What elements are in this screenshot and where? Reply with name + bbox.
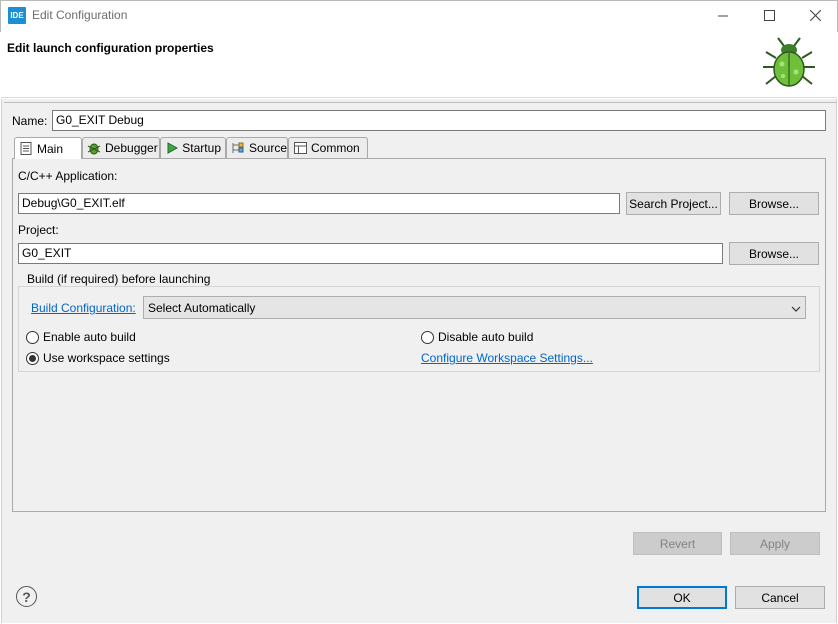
project-label: Project: (18, 223, 59, 237)
tab-debugger-label: Debugger (105, 141, 158, 155)
build-configuration-select[interactable]: Select Automatically (143, 296, 806, 319)
build-configuration-value: Select Automatically (148, 300, 256, 315)
project-input[interactable]: G0_EXIT (18, 243, 723, 264)
chevron-down-icon (791, 301, 801, 315)
tab-debugger[interactable]: Debugger (82, 137, 160, 158)
application-input[interactable]: Debug\G0_EXIT.elf (18, 193, 620, 214)
project-browse-button[interactable]: Browse... (729, 242, 819, 265)
apply-button[interactable]: Apply (730, 532, 820, 555)
build-group-title: Build (if required) before launching (24, 272, 214, 286)
close-icon[interactable] (792, 0, 838, 31)
use-workspace-settings-radio[interactable]: Use workspace settings (26, 351, 170, 365)
ok-button[interactable]: OK (637, 586, 727, 609)
radio-indicator (26, 330, 39, 344)
tab-main-label: Main (37, 141, 64, 156)
cancel-button[interactable]: Cancel (735, 586, 825, 609)
configure-workspace-settings-link[interactable]: Configure Workspace Settings... (421, 351, 593, 365)
disable-auto-build-label: Disable auto build (438, 330, 534, 344)
radio-indicator (421, 330, 434, 344)
disable-auto-build-radio[interactable]: Disable auto build (421, 330, 533, 344)
table-icon (293, 141, 307, 155)
build-configuration-link[interactable]: Build Configuration: (31, 301, 136, 315)
tab-main[interactable]: Main (14, 137, 82, 159)
tab-common-label: Common (311, 141, 360, 155)
use-workspace-settings-label: Use workspace settings (43, 351, 170, 365)
divider (4, 102, 836, 103)
tab-source[interactable]: Source (226, 137, 288, 158)
enable-auto-build-radio[interactable]: Enable auto build (26, 330, 136, 344)
bug-icon (87, 141, 101, 155)
header-title: Edit launch configuration properties (7, 41, 214, 55)
radio-indicator-checked (26, 351, 39, 365)
window-title: Edit Configuration (32, 8, 128, 22)
revert-button[interactable]: Revert (633, 532, 722, 555)
application-browse-button[interactable]: Browse... (729, 192, 819, 215)
minimize-icon[interactable] (700, 0, 746, 31)
name-label: Name: (12, 114, 48, 128)
tab-startup[interactable]: Startup (160, 137, 226, 158)
enable-auto-build-label: Enable auto build (43, 330, 136, 344)
name-input[interactable]: G0_EXIT Debug (52, 110, 826, 131)
help-icon[interactable]: ? (16, 586, 37, 607)
app-icon: IDE (8, 7, 26, 24)
play-icon (165, 141, 178, 155)
source-icon (231, 141, 245, 155)
maximize-icon[interactable] (746, 0, 792, 31)
application-label: C/C++ Application: (18, 169, 118, 183)
tab-startup-label: Startup (182, 141, 221, 155)
tab-source-label: Source (249, 141, 288, 155)
document-icon (19, 142, 33, 156)
debug-bug-icon (758, 34, 820, 96)
tab-common[interactable]: Common (288, 137, 368, 158)
search-project-button[interactable]: Search Project... (626, 192, 721, 215)
